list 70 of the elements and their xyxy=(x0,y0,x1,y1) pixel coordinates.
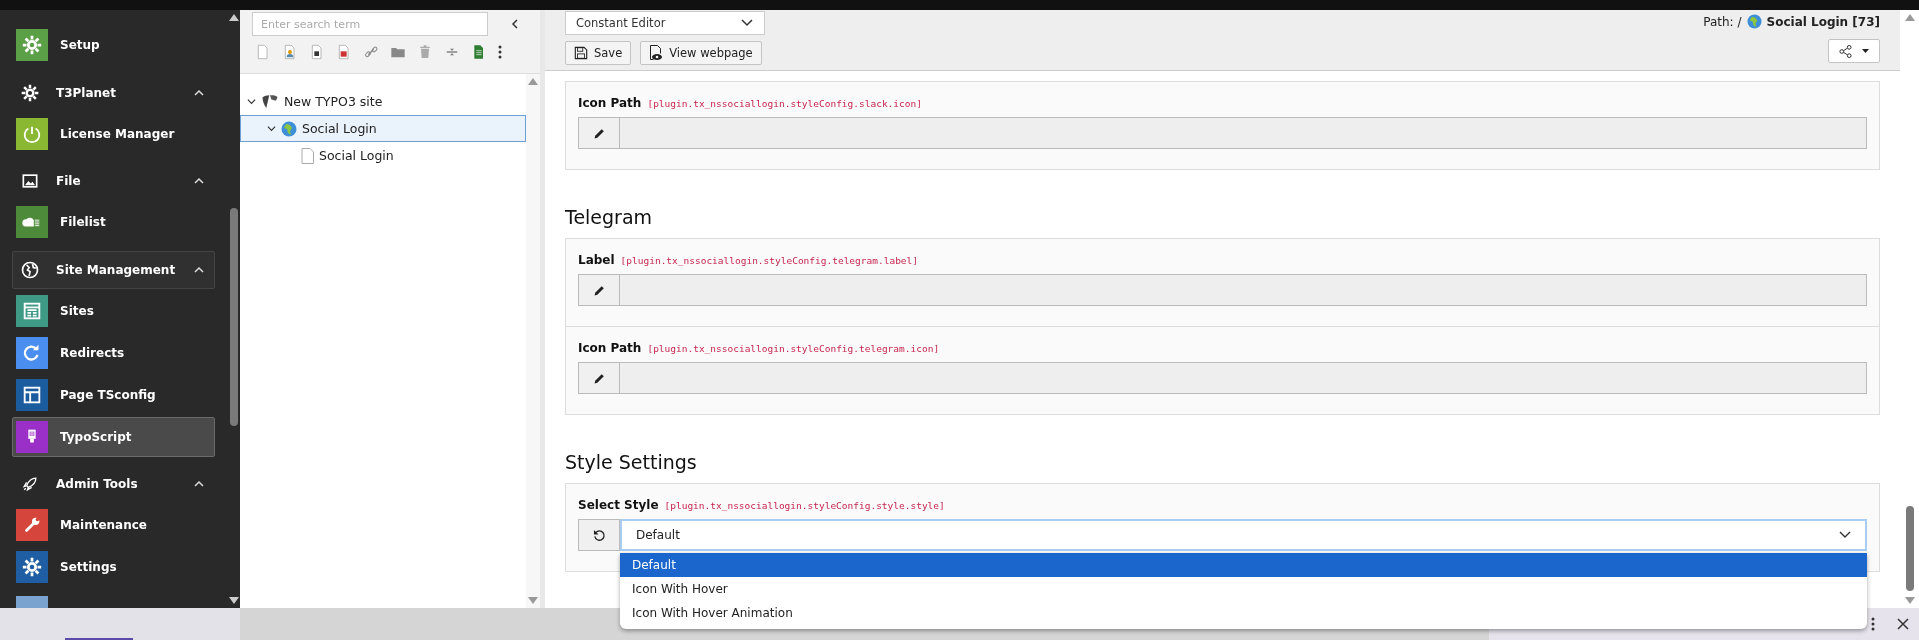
tree-item[interactable]: New TYPO3 site xyxy=(240,88,526,115)
save-button[interactable]: Save xyxy=(565,41,632,65)
search-field[interactable]: Enter search term xyxy=(252,12,488,36)
globe-icon xyxy=(1746,14,1762,29)
dropdown-option[interactable]: Icon With Hover Animation xyxy=(620,601,1867,625)
constant-key: [plugin.tx_nssociallogin.styleConfig.style.style] xyxy=(664,500,945,511)
tree-item-label: Social Login xyxy=(319,148,394,163)
module-item[interactable]: Page TSconfig xyxy=(12,374,215,415)
field-label: Icon Path xyxy=(578,96,642,110)
gear-icon xyxy=(20,82,40,103)
module-item[interactable]: Sites xyxy=(12,290,215,331)
globe-icon xyxy=(20,259,40,280)
edit-button[interactable] xyxy=(578,274,620,306)
field-label: Label xyxy=(578,253,615,267)
field-label: Select Style xyxy=(578,498,659,512)
constant-key: [plugin.tx_nssociallogin.styleConfig.telegram.icon] xyxy=(647,343,940,354)
chevron-down-icon[interactable] xyxy=(267,124,276,133)
share-button[interactable] xyxy=(1828,39,1880,63)
undo-icon xyxy=(592,528,606,542)
module-group[interactable]: T3Planet xyxy=(12,74,215,112)
path-label: Path: / xyxy=(1703,14,1742,29)
page-icon xyxy=(301,147,314,164)
chevron-down-icon xyxy=(740,18,754,28)
more-icon[interactable] xyxy=(498,45,502,59)
module-group[interactable]: File xyxy=(12,162,215,201)
tree-item-label: New TYPO3 site xyxy=(284,94,383,109)
module-group[interactable]: Admin Tools xyxy=(12,465,215,504)
more-icon[interactable] xyxy=(1871,617,1875,631)
dropdown-option[interactable]: Default xyxy=(620,553,1867,577)
module-item[interactable]: Maintenance xyxy=(12,505,215,546)
chevron-down-icon xyxy=(1839,531,1851,539)
dropdown-option[interactable]: Icon With Hover xyxy=(620,577,1867,601)
select-field[interactable]: Default xyxy=(620,519,1867,551)
view-webpage-button[interactable]: View webpage xyxy=(640,41,762,65)
module-menu[interactable]: Constant Editor xyxy=(565,11,765,35)
chevron-down-icon[interactable] xyxy=(247,97,256,106)
module-group[interactable]: Site Management xyxy=(12,251,215,289)
module-item[interactable]: License Manager xyxy=(12,113,215,154)
section-heading: Style Settings xyxy=(565,451,698,473)
close-icon[interactable] xyxy=(1897,618,1909,630)
reset-button[interactable] xyxy=(578,519,620,551)
module-item[interactable]: Redirects xyxy=(12,332,215,373)
module-item[interactable]: Filelist xyxy=(12,202,215,243)
globe-icon xyxy=(281,120,297,137)
floppy-icon xyxy=(574,46,588,60)
constant-key: [plugin.tx_nssociallogin.styleConfig.slack.icon] xyxy=(647,98,922,109)
module-item[interactable]: Settings xyxy=(12,547,215,588)
tree-item[interactable]: Social Login xyxy=(240,115,526,142)
scrollbar[interactable] xyxy=(526,74,540,608)
module-item[interactable]: Setup xyxy=(12,25,215,65)
caret-icon xyxy=(1862,48,1869,54)
module-item[interactable]: TypoScript xyxy=(12,416,215,457)
tab-indicator xyxy=(65,638,133,640)
edit-button[interactable] xyxy=(578,117,620,149)
tree-item-label: Social Login xyxy=(302,121,377,136)
pencil-icon xyxy=(592,126,606,140)
constant-key: [plugin.tx_nssociallogin.styleConfig.telegram.label] xyxy=(620,255,918,266)
edit-button[interactable] xyxy=(578,362,620,394)
share-icon xyxy=(1839,44,1852,58)
section-heading: Telegram xyxy=(565,206,654,228)
collapse-icon[interactable] xyxy=(510,18,520,30)
logo-icon xyxy=(261,93,279,110)
page-user-icon[interactable] xyxy=(282,44,298,60)
pencil-icon xyxy=(592,371,606,385)
tree-item[interactable]: Social Login xyxy=(240,142,526,169)
link-icon[interactable] xyxy=(363,44,379,60)
path-page[interactable]: Social Login [73] xyxy=(1766,14,1880,29)
pencil-icon xyxy=(592,283,606,297)
field-label: Icon Path xyxy=(578,341,642,355)
page-eye-icon xyxy=(649,45,664,61)
